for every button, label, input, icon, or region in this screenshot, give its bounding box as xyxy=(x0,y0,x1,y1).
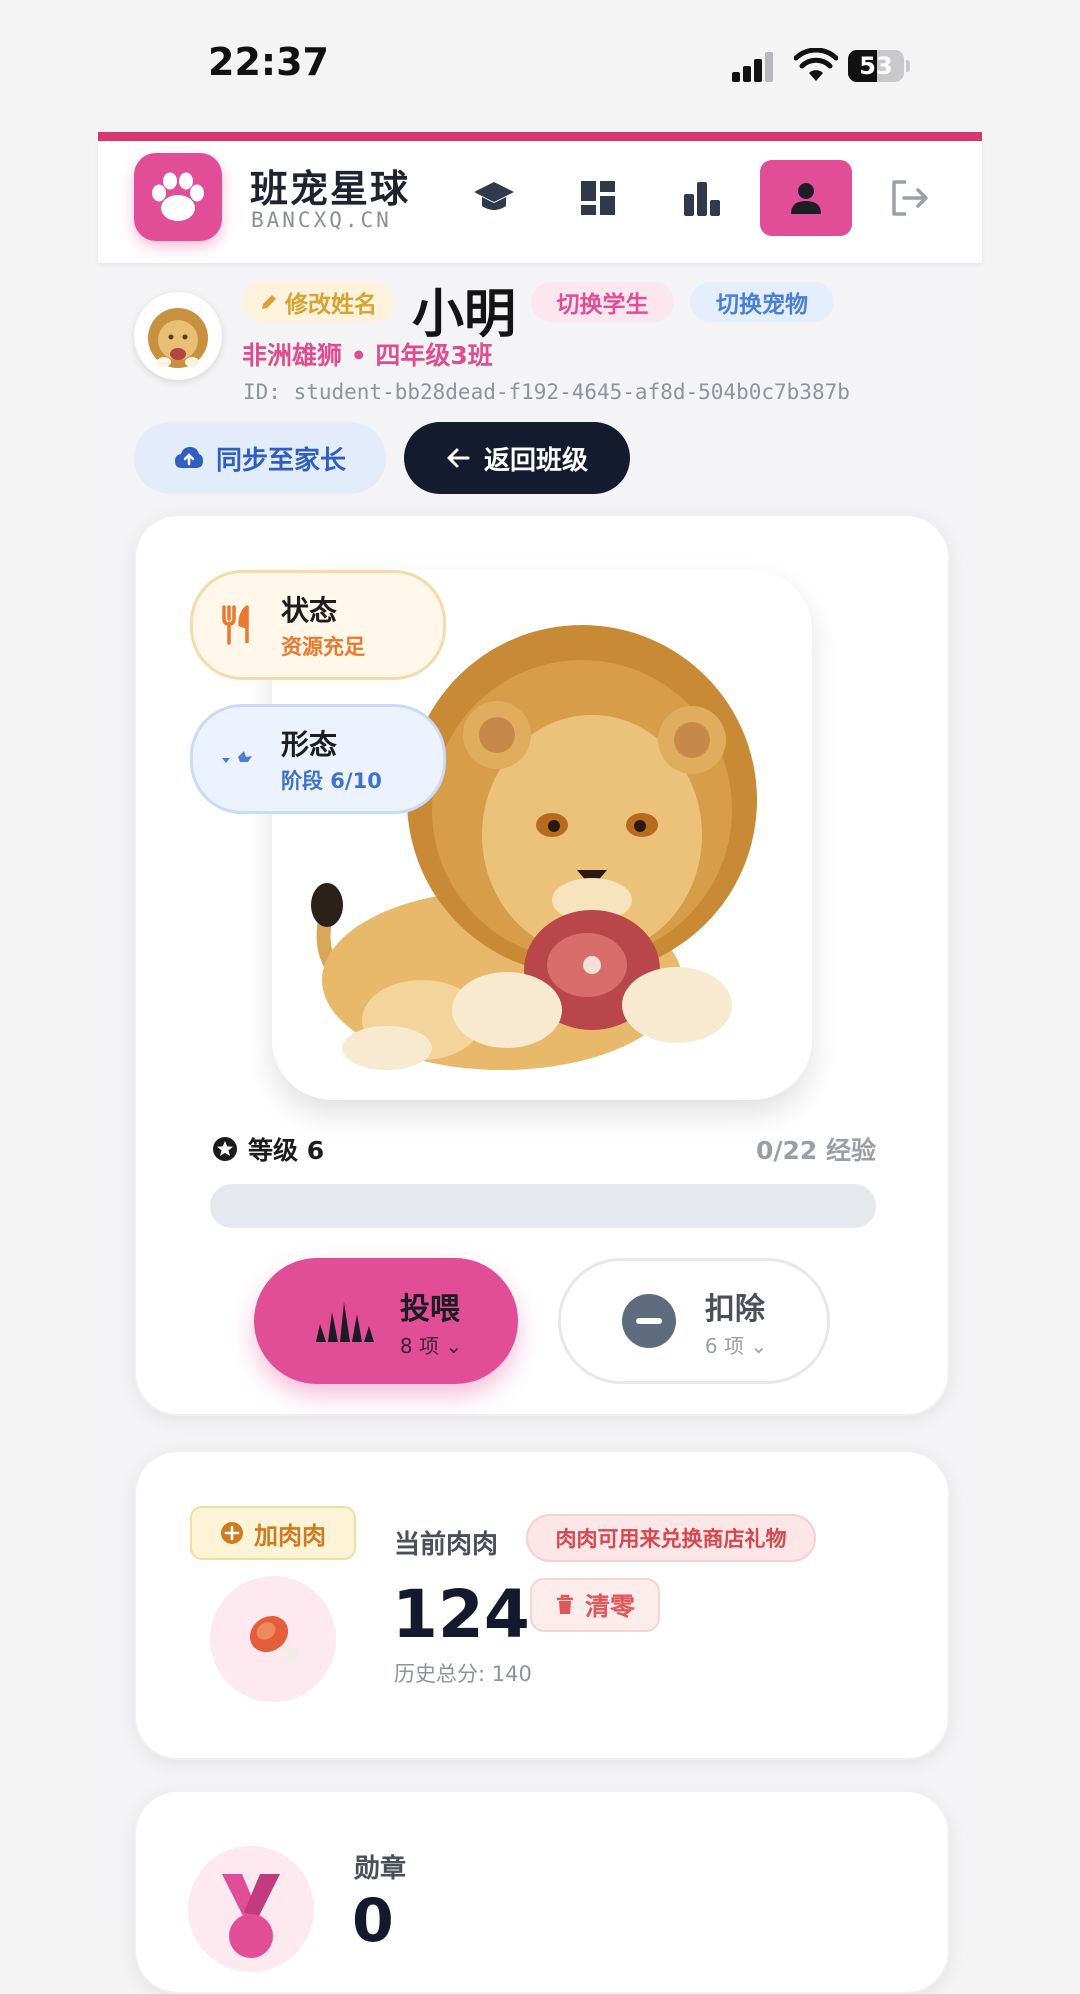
top-accent-bar xyxy=(98,132,982,141)
logout-icon xyxy=(892,180,928,216)
rename-label: 修改姓名 xyxy=(285,292,377,318)
status-title: 状态 xyxy=(281,594,338,627)
status-time: 22:37 xyxy=(208,40,329,84)
battery-icon: 53 xyxy=(848,50,904,82)
badges-value: 0 xyxy=(352,1886,394,1956)
form-title: 形态 xyxy=(281,728,338,761)
deduct-label: 扣除 xyxy=(704,1291,765,1327)
nav-profile-button[interactable] xyxy=(760,160,852,236)
exp-progress-bar xyxy=(210,1184,876,1228)
plus-circle-icon xyxy=(221,1522,243,1544)
battery-cap xyxy=(906,60,910,72)
medal-icon xyxy=(222,1874,280,1958)
back-to-class-button[interactable]: 返回班级 xyxy=(404,422,630,494)
reset-meat-button[interactable]: 清零 xyxy=(530,1578,660,1632)
feed-count: 8 项 ⌄ xyxy=(399,1333,463,1358)
switch-pet-button[interactable]: 切换宠物 xyxy=(690,282,834,322)
current-meat-label: 当前肉肉 xyxy=(394,1530,499,1560)
app-name: 班宠星球 xyxy=(250,167,411,211)
back-label: 返回班级 xyxy=(483,445,588,476)
pencil-icon xyxy=(262,295,276,309)
pet-avatar[interactable] xyxy=(134,292,222,380)
arrow-left-icon xyxy=(447,448,470,468)
sync-label: 同步至家长 xyxy=(215,445,346,476)
evolution-icon xyxy=(222,751,252,763)
paw-icon xyxy=(152,172,204,221)
status-value: 资源充足 xyxy=(281,635,365,659)
reset-label: 清零 xyxy=(584,1592,635,1621)
paw-logo[interactable] xyxy=(134,153,222,241)
rename-button[interactable]: 修改姓名 xyxy=(242,282,394,322)
user-icon xyxy=(791,183,821,214)
student-id: ID: student-bb28dead-f192-4645-af8d-504b… xyxy=(243,380,850,404)
bar-chart-icon xyxy=(684,182,720,216)
battery-level: 53 xyxy=(859,52,893,80)
graduation-cap-icon xyxy=(474,182,514,210)
trash-icon xyxy=(556,1594,573,1614)
nav-classes-button[interactable] xyxy=(456,160,532,236)
app-domain: BANCXQ.CN xyxy=(251,208,392,232)
minus-circle-icon xyxy=(621,1294,676,1348)
pet-form-pill: 形态 阶段 6/10 xyxy=(190,704,446,814)
form-value: 阶段 6/10 xyxy=(281,769,382,793)
wifi-icon xyxy=(794,48,838,81)
sync-to-parents-button[interactable]: 同步至家长 xyxy=(134,422,386,494)
level-label: 等级 6 xyxy=(212,1131,324,1167)
current-meat-value: 124 xyxy=(392,1576,530,1653)
pet-status-pill: 状态 资源充足 xyxy=(190,570,446,680)
level-text: 等级 6 xyxy=(248,1136,325,1165)
meat-tip-badge: 肉肉可用来兑换商店礼物 xyxy=(526,1514,816,1562)
switch-student-button[interactable]: 切换学生 xyxy=(531,282,674,322)
meat-history: 历史总分: 140 xyxy=(394,1662,532,1686)
exp-text: 0/22 经验 xyxy=(755,1136,876,1165)
fork-knife-icon xyxy=(222,605,249,645)
dashboard-icon xyxy=(581,181,615,215)
logout-button[interactable] xyxy=(872,160,948,236)
add-meat-button[interactable]: 加肉肉 xyxy=(190,1506,356,1560)
feed-icon xyxy=(315,1302,374,1342)
star-badge-icon xyxy=(213,1137,237,1161)
cloud-upload-icon xyxy=(174,447,203,468)
feed-label: 投喂 xyxy=(399,1291,460,1327)
feed-button[interactable]: 投喂 8 项 ⌄ xyxy=(254,1258,518,1384)
add-meat-label: 加肉肉 xyxy=(254,1521,326,1550)
nav-stats-button[interactable] xyxy=(664,160,740,236)
pet-species-class: 非洲雄狮 • 四年级3班 xyxy=(242,341,493,370)
deduct-count: 6 项 ⌄ xyxy=(704,1333,768,1358)
medal-icon-container xyxy=(188,1846,314,1972)
nav-dashboard-button[interactable] xyxy=(560,160,636,236)
cellular-signal-icon xyxy=(732,52,776,82)
meat-icon xyxy=(249,1615,299,1664)
status-bar xyxy=(0,0,1080,130)
meat-icon-container xyxy=(210,1576,336,1702)
deduct-button[interactable]: 扣除 6 项 ⌄ xyxy=(558,1258,830,1384)
lion-avatar-image xyxy=(148,308,208,368)
badges-label: 勋章 xyxy=(354,1854,407,1884)
